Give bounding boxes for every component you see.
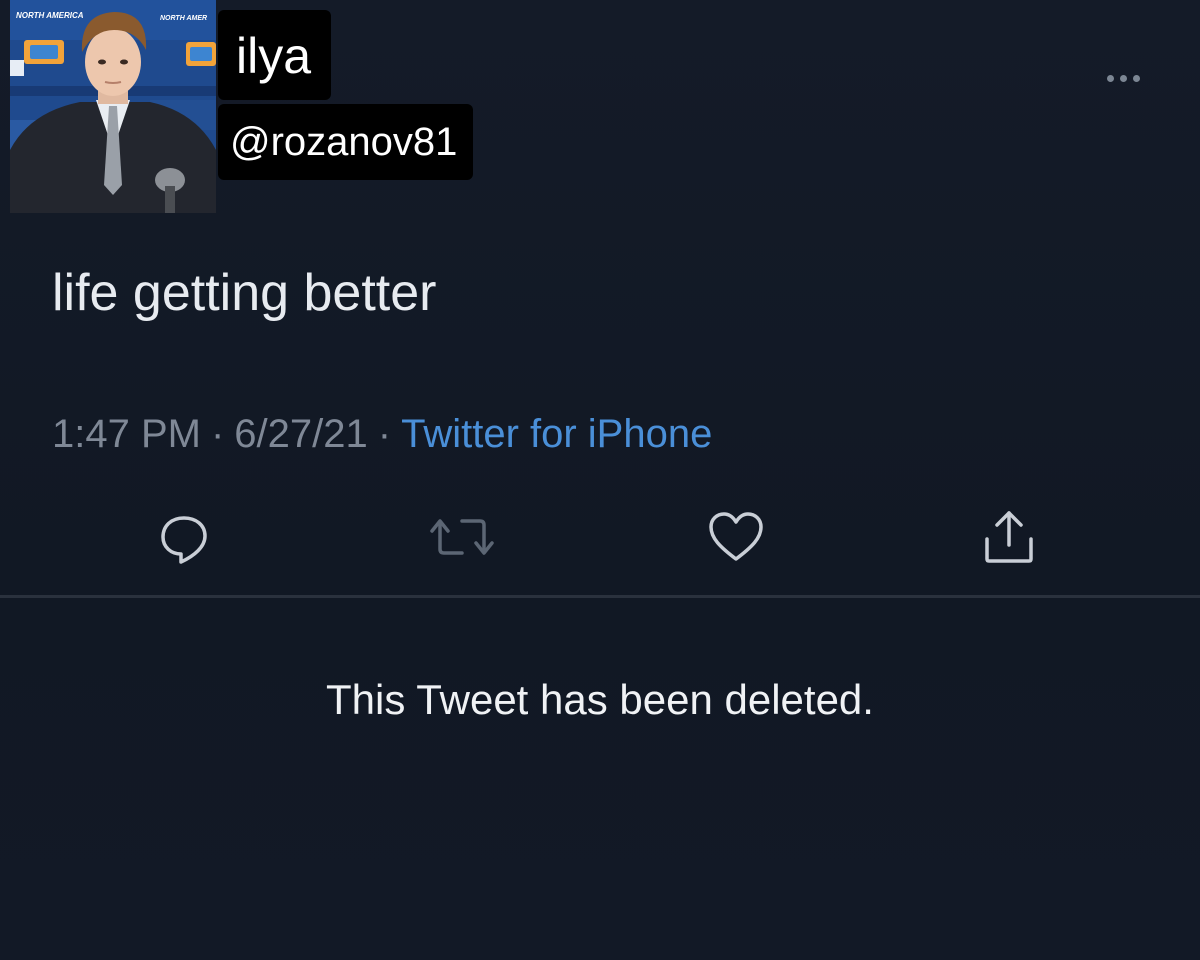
- tweet-date: 6/27/21: [234, 412, 368, 456]
- more-dot: [1106, 74, 1114, 82]
- meta-separator: ·: [377, 412, 392, 456]
- tweet-actions: [0, 505, 1200, 575]
- tweet-source-link[interactable]: Twitter for iPhone: [401, 412, 712, 456]
- avatar[interactable]: NORTH AMERICA NORTH AMER: [10, 0, 216, 213]
- more-dot: [1132, 74, 1140, 82]
- tweet-meta: 1:47 PM · 6/27/21 · Twitter for iPhone: [52, 408, 712, 460]
- tweet-time: 1:47 PM: [52, 412, 201, 456]
- display-name[interactable]: ilya: [218, 10, 332, 100]
- backdrop-text: NORTH AMERICA: [16, 11, 84, 20]
- more-dot: [1119, 74, 1127, 82]
- screen: NORTH AMERICA NORTH AMER ilya @rozanov81…: [0, 0, 1200, 960]
- like-button[interactable]: [704, 505, 768, 569]
- divider: [0, 595, 1200, 598]
- meta-separator: ·: [210, 412, 225, 456]
- deleted-tweet-notice: This Tweet has been deleted.: [0, 670, 1200, 730]
- deleted-message: This Tweet has been deleted.: [326, 676, 874, 723]
- retweet-icon: [430, 519, 494, 555]
- svg-text:NORTH AMER: NORTH AMER: [160, 15, 207, 22]
- tweet-card: NORTH AMERICA NORTH AMER ilya @rozanov81…: [0, 0, 1200, 596]
- tweet-text: life getting better: [52, 264, 437, 322]
- heart-icon: [709, 512, 763, 561]
- share-button[interactable]: [977, 505, 1041, 569]
- reply-icon: [161, 516, 207, 564]
- retweet-button[interactable]: [430, 505, 494, 569]
- reply-button[interactable]: [152, 505, 216, 569]
- avatar-photo: NORTH AMERICA NORTH AMER: [10, 0, 216, 213]
- share-icon: [985, 511, 1033, 563]
- more-horizontal-icon[interactable]: [1098, 66, 1148, 90]
- user-handle[interactable]: @rozanov81: [218, 104, 474, 180]
